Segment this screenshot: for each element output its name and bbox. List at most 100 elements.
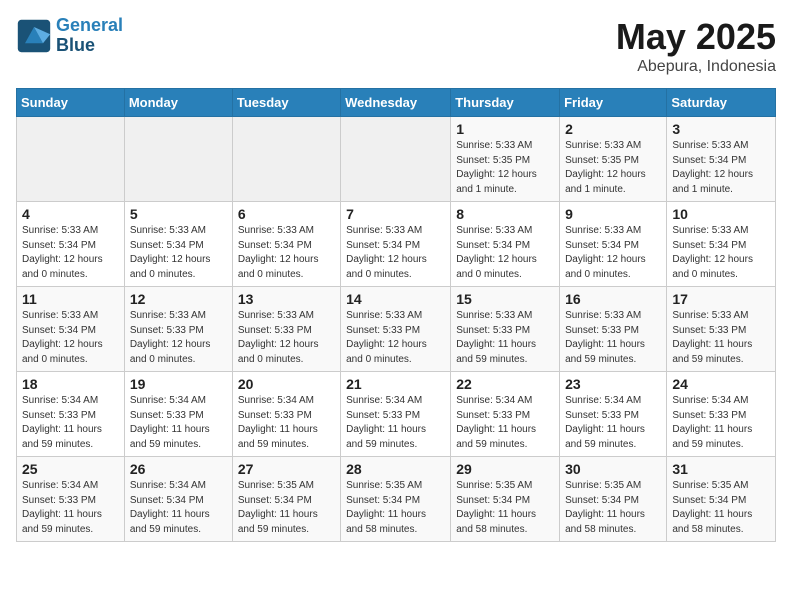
day-info: Sunrise: 5:33 AM Sunset: 5:34 PM Dayligh… — [672, 224, 770, 282]
day-number: 20 — [238, 376, 335, 392]
weekday-header-friday: Friday — [560, 89, 667, 117]
day-cell: 14 Sunrise: 5:33 AM Sunset: 5:33 PM Dayli… — [341, 287, 451, 372]
weekday-header-sunday: Sunday — [17, 89, 125, 117]
month-title: May 2025 — [616, 16, 776, 58]
calendar-table: SundayMondayTuesdayWednesdayThursdayFrid… — [16, 88, 776, 542]
day-number: 17 — [672, 291, 770, 307]
day-info: Sunrise: 5:35 AM Sunset: 5:34 PM Dayligh… — [672, 479, 770, 537]
day-info: Sunrise: 5:33 AM Sunset: 5:34 PM Dayligh… — [672, 139, 770, 197]
day-number: 27 — [238, 461, 335, 477]
day-info: Sunrise: 5:33 AM Sunset: 5:33 PM Dayligh… — [456, 309, 554, 367]
day-number: 14 — [346, 291, 445, 307]
location: Abepura, Indonesia — [616, 58, 776, 76]
day-info: Sunrise: 5:34 AM Sunset: 5:33 PM Dayligh… — [22, 479, 119, 537]
day-number: 30 — [565, 461, 661, 477]
day-cell: 29 Sunrise: 5:35 AM Sunset: 5:34 PM Dayli… — [451, 457, 560, 542]
day-number: 10 — [672, 206, 770, 222]
day-number: 7 — [346, 206, 445, 222]
day-number: 25 — [22, 461, 119, 477]
day-cell — [341, 117, 451, 202]
day-info: Sunrise: 5:35 AM Sunset: 5:34 PM Dayligh… — [456, 479, 554, 537]
day-number: 5 — [130, 206, 227, 222]
logo-text: General Blue — [56, 16, 123, 56]
day-cell: 12 Sunrise: 5:33 AM Sunset: 5:33 PM Dayli… — [124, 287, 232, 372]
day-cell: 6 Sunrise: 5:33 AM Sunset: 5:34 PM Daylig… — [232, 202, 340, 287]
day-number: 13 — [238, 291, 335, 307]
day-cell: 10 Sunrise: 5:33 AM Sunset: 5:34 PM Dayli… — [667, 202, 776, 287]
day-info: Sunrise: 5:34 AM Sunset: 5:33 PM Dayligh… — [238, 394, 335, 452]
day-info: Sunrise: 5:33 AM Sunset: 5:33 PM Dayligh… — [346, 309, 445, 367]
day-info: Sunrise: 5:33 AM Sunset: 5:33 PM Dayligh… — [672, 309, 770, 367]
weekday-header-tuesday: Tuesday — [232, 89, 340, 117]
day-cell: 18 Sunrise: 5:34 AM Sunset: 5:33 PM Dayli… — [17, 372, 125, 457]
day-cell: 8Sunrise: 5:33 AM Sunset: 5:34 PM Daylig… — [451, 202, 560, 287]
day-info: Sunrise: 5:34 AM Sunset: 5:33 PM Dayligh… — [672, 394, 770, 452]
day-info: Sunrise: 5:34 AM Sunset: 5:33 PM Dayligh… — [346, 394, 445, 452]
day-cell: 21 Sunrise: 5:34 AM Sunset: 5:33 PM Dayli… — [341, 372, 451, 457]
day-cell: 11Sunrise: 5:33 AM Sunset: 5:34 PM Dayli… — [17, 287, 125, 372]
day-info: Sunrise: 5:33 AM Sunset: 5:34 PM Dayligh… — [22, 309, 119, 367]
week-row-1: 1 Sunrise: 5:33 AM Sunset: 5:35 PM Daylig… — [17, 117, 776, 202]
day-info: Sunrise: 5:33 AM Sunset: 5:33 PM Dayligh… — [238, 309, 335, 367]
day-cell: 15 Sunrise: 5:33 AM Sunset: 5:33 PM Dayli… — [451, 287, 560, 372]
day-cell: 25 Sunrise: 5:34 AM Sunset: 5:33 PM Dayli… — [17, 457, 125, 542]
weekday-header-monday: Monday — [124, 89, 232, 117]
day-number: 15 — [456, 291, 554, 307]
weekday-header-saturday: Saturday — [667, 89, 776, 117]
weekday-header-thursday: Thursday — [451, 89, 560, 117]
day-cell: 3 Sunrise: 5:33 AM Sunset: 5:34 PM Daylig… — [667, 117, 776, 202]
day-cell: 30Sunrise: 5:35 AM Sunset: 5:34 PM Dayli… — [560, 457, 667, 542]
day-cell: 31Sunrise: 5:35 AM Sunset: 5:34 PM Dayli… — [667, 457, 776, 542]
page-header: General Blue May 2025 Abepura, Indonesia — [16, 16, 776, 76]
weekday-header-wednesday: Wednesday — [341, 89, 451, 117]
day-info: Sunrise: 5:34 AM Sunset: 5:33 PM Dayligh… — [130, 394, 227, 452]
day-number: 4 — [22, 206, 119, 222]
day-cell: 16 Sunrise: 5:33 AM Sunset: 5:33 PM Dayli… — [560, 287, 667, 372]
week-row-4: 18 Sunrise: 5:34 AM Sunset: 5:33 PM Dayli… — [17, 372, 776, 457]
day-number: 16 — [565, 291, 661, 307]
day-number: 26 — [130, 461, 227, 477]
day-info: Sunrise: 5:34 AM Sunset: 5:33 PM Dayligh… — [456, 394, 554, 452]
day-info: Sunrise: 5:33 AM Sunset: 5:33 PM Dayligh… — [130, 309, 227, 367]
day-info: Sunrise: 5:33 AM Sunset: 5:35 PM Dayligh… — [565, 139, 661, 197]
day-cell: 9Sunrise: 5:33 AM Sunset: 5:34 PM Daylig… — [560, 202, 667, 287]
day-info: Sunrise: 5:34 AM Sunset: 5:33 PM Dayligh… — [565, 394, 661, 452]
day-cell: 22Sunrise: 5:34 AM Sunset: 5:33 PM Dayli… — [451, 372, 560, 457]
day-cell: 19Sunrise: 5:34 AM Sunset: 5:33 PM Dayli… — [124, 372, 232, 457]
weekday-header-row: SundayMondayTuesdayWednesdayThursdayFrid… — [17, 89, 776, 117]
day-cell: 2 Sunrise: 5:33 AM Sunset: 5:35 PM Daylig… — [560, 117, 667, 202]
logo-icon — [16, 18, 52, 54]
day-cell: 5Sunrise: 5:33 AM Sunset: 5:34 PM Daylig… — [124, 202, 232, 287]
logo: General Blue — [16, 16, 123, 56]
day-info: Sunrise: 5:35 AM Sunset: 5:34 PM Dayligh… — [346, 479, 445, 537]
day-number: 18 — [22, 376, 119, 392]
day-info: Sunrise: 5:34 AM Sunset: 5:33 PM Dayligh… — [22, 394, 119, 452]
day-cell: 13 Sunrise: 5:33 AM Sunset: 5:33 PM Dayli… — [232, 287, 340, 372]
week-row-5: 25 Sunrise: 5:34 AM Sunset: 5:33 PM Dayli… — [17, 457, 776, 542]
day-number: 23 — [565, 376, 661, 392]
day-number: 9 — [565, 206, 661, 222]
day-number: 21 — [346, 376, 445, 392]
day-cell: 23 Sunrise: 5:34 AM Sunset: 5:33 PM Dayli… — [560, 372, 667, 457]
day-cell: 24Sunrise: 5:34 AM Sunset: 5:33 PM Dayli… — [667, 372, 776, 457]
day-number: 1 — [456, 121, 554, 137]
day-info: Sunrise: 5:34 AM Sunset: 5:34 PM Dayligh… — [130, 479, 227, 537]
title-block: May 2025 Abepura, Indonesia — [616, 16, 776, 76]
day-number: 12 — [130, 291, 227, 307]
day-number: 6 — [238, 206, 335, 222]
day-number: 2 — [565, 121, 661, 137]
day-number: 29 — [456, 461, 554, 477]
day-cell: 17 Sunrise: 5:33 AM Sunset: 5:33 PM Dayli… — [667, 287, 776, 372]
day-cell — [232, 117, 340, 202]
day-cell: 28Sunrise: 5:35 AM Sunset: 5:34 PM Dayli… — [341, 457, 451, 542]
day-info: Sunrise: 5:33 AM Sunset: 5:34 PM Dayligh… — [456, 224, 554, 282]
day-cell: 20 Sunrise: 5:34 AM Sunset: 5:33 PM Dayli… — [232, 372, 340, 457]
day-info: Sunrise: 5:33 AM Sunset: 5:34 PM Dayligh… — [346, 224, 445, 282]
day-info: Sunrise: 5:33 AM Sunset: 5:34 PM Dayligh… — [238, 224, 335, 282]
day-info: Sunrise: 5:33 AM Sunset: 5:34 PM Dayligh… — [22, 224, 119, 282]
day-cell: 1 Sunrise: 5:33 AM Sunset: 5:35 PM Daylig… — [451, 117, 560, 202]
week-row-3: 11Sunrise: 5:33 AM Sunset: 5:34 PM Dayli… — [17, 287, 776, 372]
day-number: 3 — [672, 121, 770, 137]
day-info: Sunrise: 5:33 AM Sunset: 5:33 PM Dayligh… — [565, 309, 661, 367]
day-info: Sunrise: 5:33 AM Sunset: 5:35 PM Dayligh… — [456, 139, 554, 197]
